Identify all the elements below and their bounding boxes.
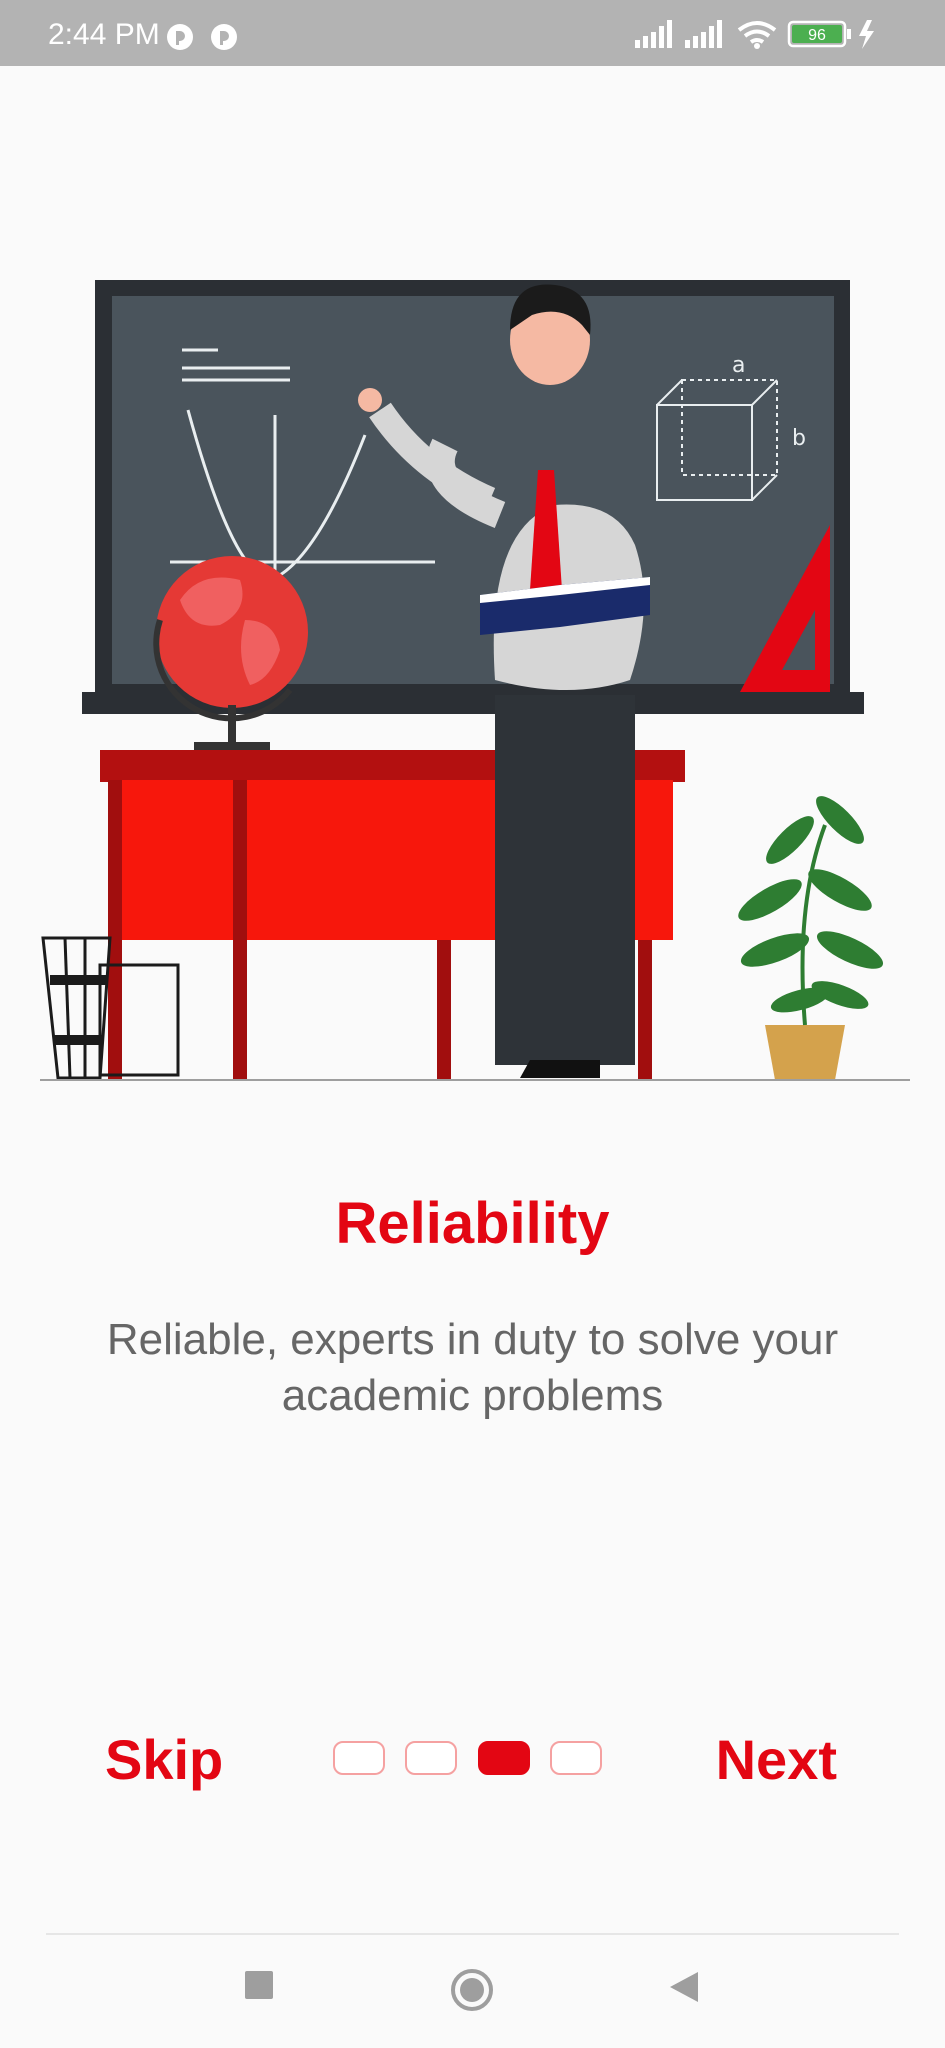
onboarding-controls: Skip Next [0,1725,945,1795]
app-notification-icon [167,24,193,50]
divider [46,1933,899,1935]
home-icon[interactable] [450,1968,494,2012]
status-icons: 96 [635,18,925,50]
onboarding-description: Reliable, experts in duty to solve your … [106,1315,839,1420]
signal-icon [685,20,722,48]
potted-plant [738,796,884,1080]
battery-level: 96 [808,27,826,44]
recents-icon[interactable] [244,1970,274,2000]
back-icon[interactable] [668,1970,700,2004]
cube-label-a: a [732,353,745,378]
signal-icon [635,20,672,48]
skip-button[interactable]: Skip [105,1725,223,1795]
status-time: 2:44 PM [48,18,160,51]
page-dot[interactable] [550,1741,602,1775]
teacher-illustration: a b [40,280,910,1081]
onboarding-title: Reliability [335,1191,610,1256]
cube-label-b: b [792,426,806,451]
system-navigation-bar [0,1936,945,2048]
status-bar: 2:44 PM 96 [0,0,945,66]
app-notification-icon [211,24,237,50]
page-dot[interactable] [405,1741,457,1775]
globe [153,556,308,750]
next-button[interactable]: Next [716,1725,837,1795]
wifi-icon [737,21,777,44]
page-dot-active[interactable] [478,1741,530,1775]
charging-icon [859,20,874,49]
page-dot[interactable] [333,1741,385,1775]
